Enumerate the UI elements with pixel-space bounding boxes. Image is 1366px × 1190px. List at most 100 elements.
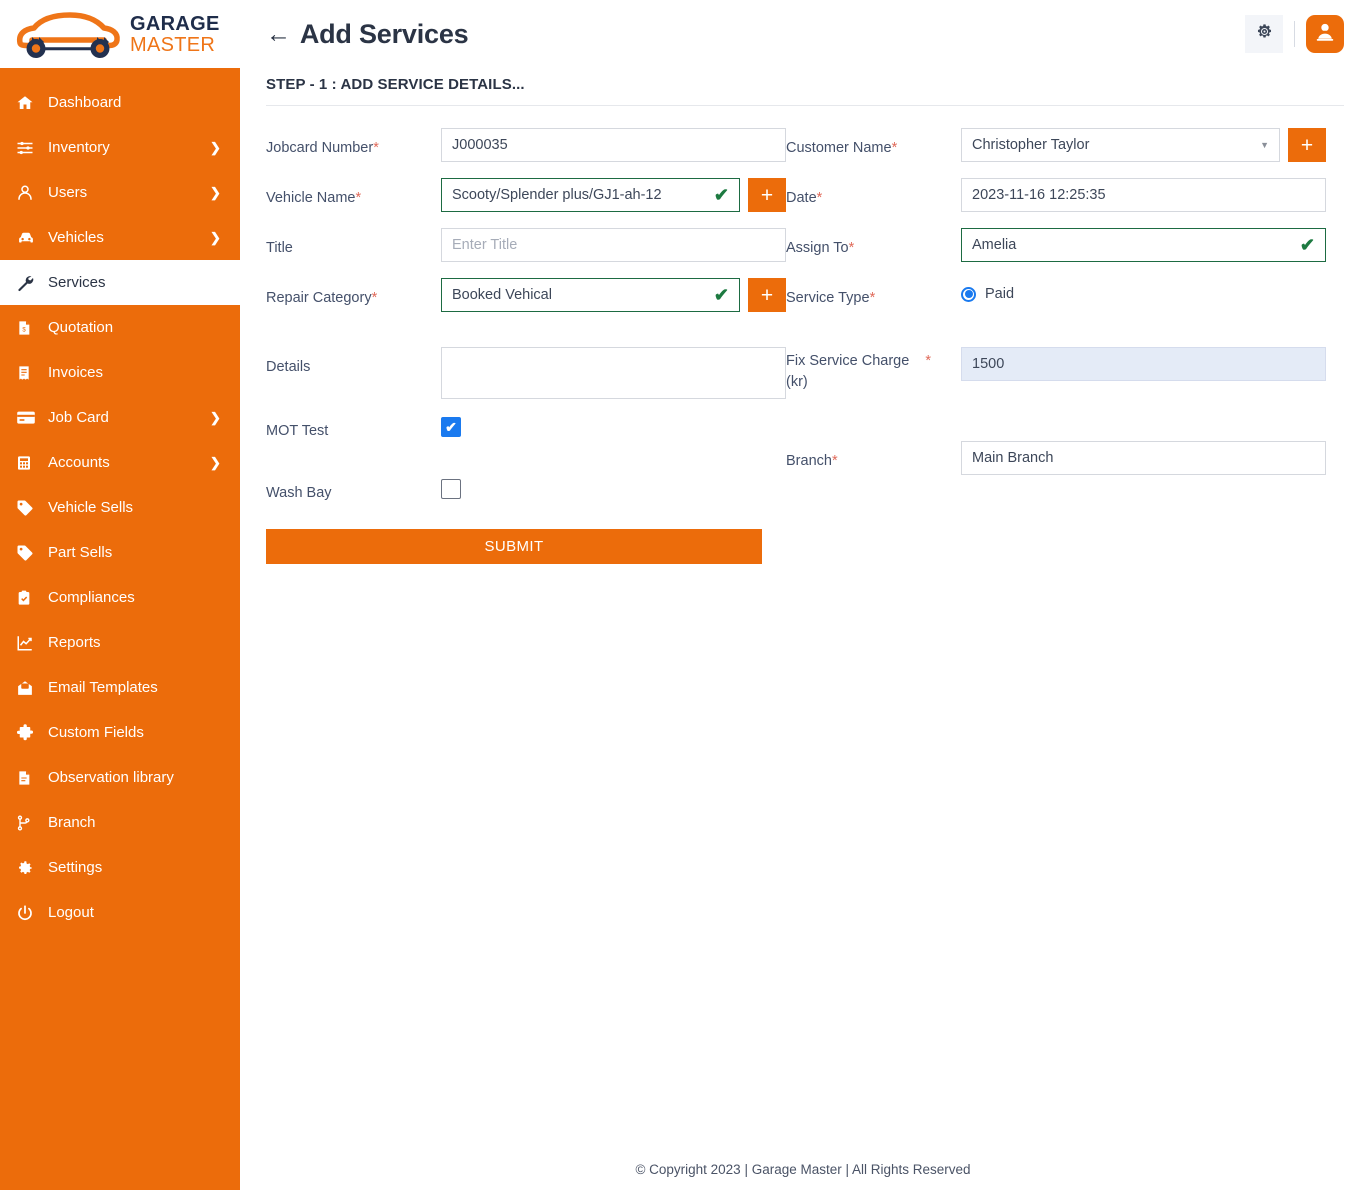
sidebar-item-custom-fields[interactable]: Custom Fields [0,710,240,755]
sidebar-item-accounts[interactable]: Accounts ❯ [0,440,240,485]
sidebar-item-reports[interactable]: Reports [0,620,240,665]
puzzle-icon [16,723,42,742]
fix-service-charge-value: 1500 [972,356,1005,372]
top-bar-actions [1245,15,1344,53]
sidebar-item-users[interactable]: Users ❯ [0,170,240,215]
sidebar-item-invoices[interactable]: Invoices [0,350,240,395]
required-marker: * [371,290,378,306]
sidebar-item-logout[interactable]: Logout [0,890,240,935]
branch-label: Branch* [786,453,838,470]
submit-row: SUBMIT [240,515,1366,564]
sidebar-item-settings[interactable]: Settings [0,845,240,890]
fix-service-charge-label-line1: Fix Service Charge [786,353,910,369]
sidebar-item-vehicles[interactable]: Vehicles ❯ [0,215,240,260]
power-icon [16,904,42,922]
gear-icon [1256,23,1273,45]
add-repair-category-button[interactable]: + [748,278,786,312]
vehicle-name-label: Vehicle Name* [266,190,362,206]
field-row-customer-name: Customer Name* Christopher Taylor ▼ + [786,128,1326,164]
mot-test-checkbox[interactable]: ✔ [441,417,461,437]
form-column-left: Jobcard Number* J000035 Vehicle Name* Sc… [266,128,786,515]
back-arrow-icon[interactable]: ← [266,21,291,47]
sidebar-item-quotation[interactable]: $ Quotation [0,305,240,350]
assign-to-input[interactable]: Amelia ✔ [961,228,1326,262]
service-type-radio-group: Paid [961,278,1014,302]
details-textarea[interactable] [441,347,786,399]
wash-bay-label: Wash Bay [266,485,332,501]
sidebar-item-part-sells[interactable]: Part Sells [0,530,240,575]
check-icon: ✔ [1299,235,1315,255]
chevron-right-icon: ❯ [210,140,221,155]
sidebar-label: Vehicles [48,229,104,246]
sidebar-label: Email Templates [48,679,158,696]
settings-button[interactable] [1245,15,1283,53]
jobcard-number-label: Jobcard Number* [266,140,379,156]
sidebar: GARAGE MASTER Dashboard Inventory ❯ User… [0,0,240,1190]
page-title: ← Add Services [266,19,469,50]
brand-line-2: MASTER [130,33,216,56]
jobcard-number-input[interactable]: J000035 [441,128,786,162]
sidebar-label: Observation library [48,769,174,786]
radio-dot [964,290,973,298]
sidebar-item-job-card[interactable]: Job Card ❯ [0,395,240,440]
car-wrench-logo-icon [16,12,120,58]
branch-input[interactable]: Main Branch [961,441,1326,476]
main-content: ← Add Services STEP - 1: ADD SERVICE DE… [240,0,1366,1190]
fix-service-charge-label: Fix Service Charge * (kr) [786,347,961,393]
field-row-service-type: Service Type* Paid [786,278,1326,314]
page-title-text: Add Services [299,18,469,49]
add-vehicle-button[interactable]: + [748,178,786,212]
details-label: Details [266,359,311,375]
customer-name-select[interactable]: Christopher Taylor ▼ [961,128,1280,162]
required-marker: * [925,353,931,369]
car-icon [16,229,42,247]
quote-doc-icon: $ [16,319,42,337]
fix-service-charge-input[interactable]: 1500 [961,347,1326,381]
sidebar-item-observation-library[interactable]: Observation library [0,755,240,800]
chevron-right-icon: ❯ [210,455,221,470]
add-customer-button[interactable]: + [1288,128,1326,162]
submit-button[interactable]: SUBMIT [266,529,762,564]
sidebar-item-vehicle-sells[interactable]: Vehicle Sells [0,485,240,530]
sidebar-item-dashboard[interactable]: Dashboard [0,80,240,125]
brand-line-1: GARAGE [130,12,220,35]
required-marker: * [891,140,898,156]
sidebar-item-email-templates[interactable]: Email Templates [0,665,240,710]
sidebar-item-branch[interactable]: Branch [0,800,240,845]
step-title: STEP - 1 : ADD SERVICE DETAILS... [266,76,525,93]
mail-open-icon [16,679,42,697]
wash-bay-checkbox[interactable] [441,479,461,499]
sidebar-item-compliances[interactable]: Compliances [0,575,240,620]
footer: © Copyright 2023 | Garage Master | All R… [635,1162,971,1177]
service-type-radio-paid[interactable] [961,286,976,302]
field-row-mot-test: MOT Test ✔ [266,417,786,453]
chevron-right-icon: ❯ [210,410,221,425]
sidebar-item-services[interactable]: Services [0,260,240,305]
sidebar-label: Settings [48,859,103,876]
title-input[interactable]: Enter Title [441,228,786,262]
required-marker: * [848,240,855,256]
chevron-right-icon: ❯ [210,230,221,245]
brand-logo[interactable]: GARAGE MASTER [0,0,240,68]
wrench-icon [16,274,42,292]
check-icon: ✔ [713,185,729,205]
vehicle-name-input[interactable]: Scooty/Splender plus/GJ1-ah-12 ✔ [441,178,740,212]
sidebar-label: Vehicle Sells [48,499,134,516]
customer-name-label: Customer Name* [786,140,898,156]
chevron-right-icon: ❯ [210,185,221,200]
card-icon [16,410,42,426]
chevron-down-icon: ▼ [1260,139,1269,150]
branch-value: Main Branch [972,450,1054,467]
app-root: GARAGE MASTER Dashboard Inventory ❯ User… [0,0,1366,1190]
divider [1294,21,1295,47]
user-avatar-button[interactable] [1306,15,1344,53]
sidebar-item-inventory[interactable]: Inventory ❯ [0,125,240,170]
title-label: Title [266,240,293,256]
add-service-form: Jobcard Number* J000035 Vehicle Name* Sc… [240,106,1366,515]
user-icon [16,184,42,202]
repair-category-input[interactable]: Booked Vehical ✔ [441,278,740,312]
field-row-vehicle-name: Vehicle Name* Scooty/Splender plus/GJ1-a… [266,178,786,214]
date-input[interactable]: 2023-11-16 12:25:35 [961,178,1326,212]
chart-line-icon [16,634,42,652]
tag-icon [16,544,42,562]
